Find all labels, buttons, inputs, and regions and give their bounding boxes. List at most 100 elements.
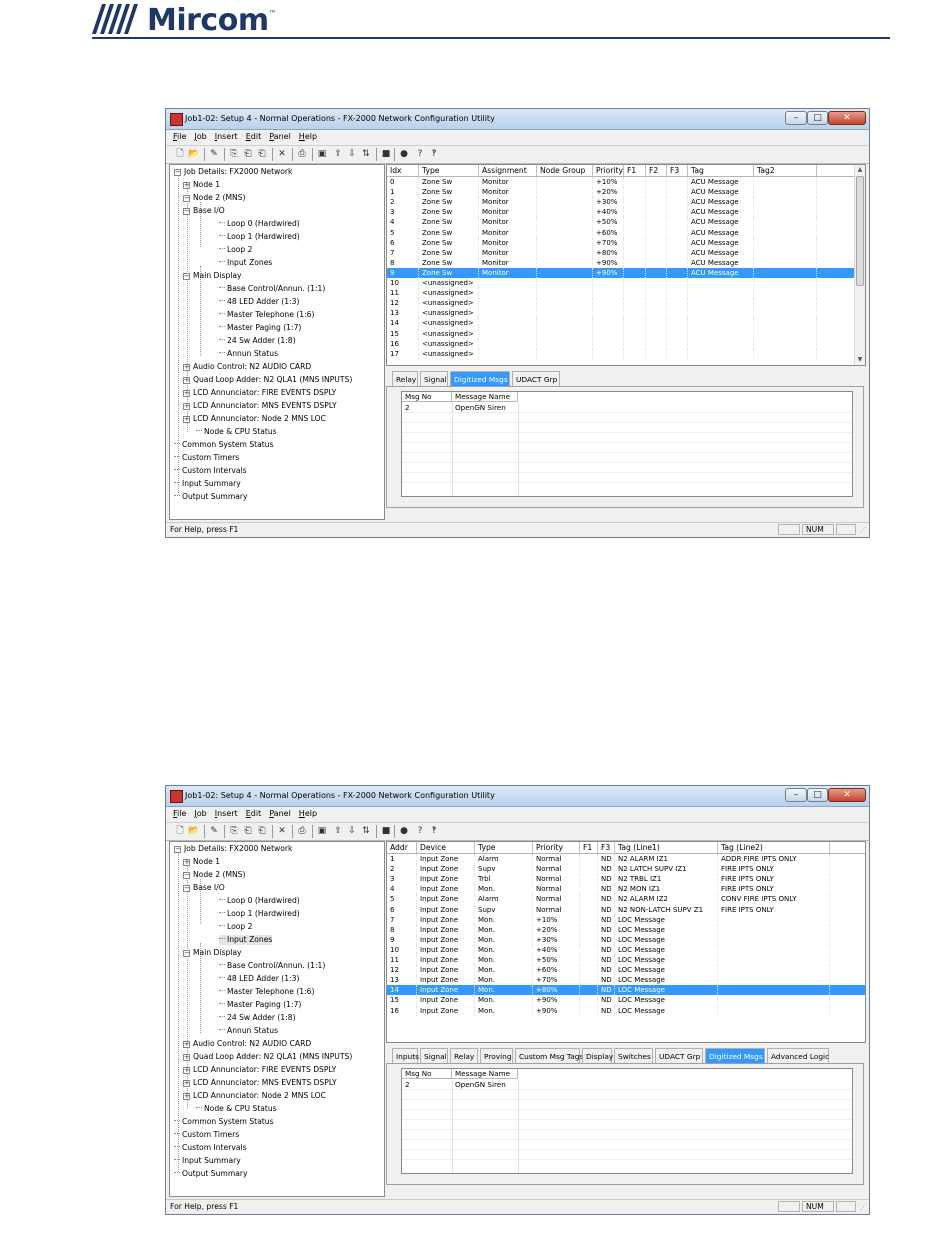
tree-node[interactable]: Annun Status — [219, 1026, 278, 1036]
tree-node[interactable]: Input Zones — [219, 258, 272, 268]
table-row[interactable]: 16 <unassigned> — [387, 338, 865, 349]
collapse-icon[interactable]: − — [174, 169, 181, 176]
tab-display[interactable]: Display — [582, 1048, 613, 1063]
expand-icon[interactable]: + — [183, 1067, 190, 1074]
column-header[interactable]: Message Name — [452, 392, 518, 402]
table-row[interactable]: 8 Input Zone Mon. +20% ND LOC Message — [387, 924, 865, 935]
collapse-icon[interactable]: − — [183, 950, 190, 957]
column-header[interactable]: Device — [417, 842, 475, 853]
tree-node[interactable]: Loop 2 — [219, 245, 252, 255]
tree-node[interactable]: + Audio Control: N2 AUDIO CARD — [183, 1039, 311, 1049]
table-row[interactable]: 7 Input Zone Mon. +10% ND LOC Message — [387, 914, 865, 925]
tree-node[interactable]: Input Summary — [174, 479, 241, 489]
tree-node[interactable]: 48 LED Adder (1:3) — [219, 974, 299, 984]
column-header[interactable]: Priority — [593, 165, 624, 176]
tree-node[interactable]: + LCD Annunciator: MNS EVENTS DSPLY — [183, 401, 337, 411]
upload-icon[interactable]: ⇪ — [332, 825, 344, 837]
panel-icon[interactable]: ▣ — [316, 825, 328, 837]
expand-icon[interactable]: + — [183, 1054, 190, 1061]
tree-node[interactable]: + Node 1 — [183, 180, 220, 190]
ports-icon[interactable]: ⇅ — [360, 825, 372, 837]
tree-node[interactable]: + LCD Annunciator: Node 2 MNS LOC — [183, 414, 326, 424]
stop-icon[interactable]: ■ — [380, 148, 392, 160]
table-row[interactable]: 7 Zone Sw Monitor +80% ACU Message — [387, 247, 865, 258]
upload-icon[interactable]: ⇪ — [332, 148, 344, 160]
download-icon[interactable]: ⇩ — [346, 825, 358, 837]
expand-icon[interactable]: + — [183, 1093, 190, 1100]
tab-proving[interactable]: Proving — [480, 1048, 513, 1063]
expand-icon[interactable]: + — [183, 390, 190, 397]
expand-icon[interactable]: + — [183, 1041, 190, 1048]
tree-node[interactable]: + Quad Loop Adder: N2 QLA1 (MNS INPUTS) — [183, 375, 352, 385]
tree-node[interactable]: + Node 1 — [183, 857, 220, 867]
tree-node[interactable]: Master Paging (1:7) — [219, 323, 301, 333]
print-icon[interactable]: ⎙ — [296, 825, 308, 837]
menu-edit[interactable]: Edit — [246, 130, 262, 144]
copy-icon[interactable]: ⎘ — [228, 825, 240, 837]
panel-icon[interactable]: ▣ — [316, 148, 328, 160]
copy-icon[interactable]: ⎘ — [228, 148, 240, 160]
table-cell[interactable]: OpenGN Siren — [452, 1080, 506, 1090]
tab-signal[interactable]: Signal — [420, 1048, 448, 1063]
delete-icon[interactable]: ✕ — [276, 825, 288, 837]
collapse-icon[interactable]: − — [183, 885, 190, 892]
tree-node[interactable]: − Main Display — [183, 948, 242, 958]
table-cell[interactable]: OpenGN Siren — [452, 403, 506, 413]
print-icon[interactable]: ⎙ — [296, 148, 308, 160]
tree-node[interactable]: + Quad Loop Adder: N2 QLA1 (MNS INPUTS) — [183, 1052, 352, 1062]
column-header[interactable]: Msg No — [402, 392, 452, 402]
menu-panel[interactable]: Panel — [269, 130, 291, 144]
open-folder-icon[interactable]: 📂 — [188, 825, 200, 837]
column-header[interactable]: Type — [475, 842, 533, 853]
tree-node[interactable]: Common System Status — [174, 440, 274, 450]
table-row[interactable]: 6 Zone Sw Monitor +70% ACU Message — [387, 237, 865, 248]
tree-node[interactable]: + Audio Control: N2 AUDIO CARD — [183, 362, 311, 372]
table-row[interactable]: 17 <unassigned> — [387, 348, 865, 359]
menu-job[interactable]: Job — [194, 130, 206, 144]
tab-inputs[interactable]: Inputs — [392, 1048, 419, 1063]
table-row[interactable]: 2 Zone Sw Monitor +30% ACU Message — [387, 197, 865, 208]
context-help-icon[interactable]: ‽ — [428, 148, 440, 160]
column-header[interactable]: Tag (Line1) — [615, 842, 718, 853]
tab-switches[interactable]: Switches — [614, 1048, 653, 1063]
tab-digitized-msgs[interactable]: Digitized Msgs — [705, 1048, 765, 1063]
tree-node[interactable]: Base Control/Annun. (1:1) — [219, 961, 325, 971]
tree-node[interactable]: Loop 0 (Hardwired) — [219, 219, 300, 229]
context-help-icon[interactable]: ‽ — [428, 825, 440, 837]
stop-icon[interactable]: ■ — [380, 825, 392, 837]
tree-node[interactable]: + LCD Annunciator: Node 2 MNS LOC — [183, 1091, 326, 1101]
tree-node[interactable]: Custom Intervals — [174, 1143, 247, 1153]
close-button[interactable]: ✕ — [828, 788, 866, 802]
table-row[interactable]: 4 Input Zone Mon. Normal ND N2 MON IZ1 FIRE IP… — [387, 884, 865, 895]
collapse-icon[interactable]: − — [183, 872, 190, 879]
expand-icon[interactable]: + — [183, 416, 190, 423]
tree-node[interactable]: − Main Display — [183, 271, 242, 281]
expand-icon[interactable]: + — [183, 403, 190, 410]
column-header[interactable]: Tag2 — [754, 165, 817, 176]
tree-node[interactable]: + LCD Annunciator: FIRE EVENTS DSPLY — [183, 388, 336, 398]
column-header[interactable]: F3 — [598, 842, 615, 853]
tree-node[interactable]: Input Summary — [174, 1156, 241, 1166]
column-header[interactable]: Msg No — [402, 1069, 452, 1079]
column-header[interactable]: F1 — [624, 165, 646, 176]
record-icon[interactable]: ● — [398, 148, 410, 160]
ports-icon[interactable]: ⇅ — [360, 148, 372, 160]
menu-panel[interactable]: Panel — [269, 807, 291, 821]
table-row[interactable]: 10 Input Zone Mon. +40% ND LOC Message — [387, 944, 865, 955]
table-row[interactable]: 5 Input Zone Alarm Normal ND N2 ALARM IZ2 CONV… — [387, 894, 865, 905]
column-header[interactable]: Tag — [688, 165, 754, 176]
maximize-button[interactable]: □ — [807, 111, 828, 125]
table-row[interactable]: 11 <unassigned> — [387, 288, 865, 299]
menu-help[interactable]: Help — [299, 807, 317, 821]
table-row[interactable]: 12 <unassigned> — [387, 298, 865, 309]
menu-insert[interactable]: Insert — [215, 130, 238, 144]
paste-icon[interactable]: ⎗ — [242, 148, 254, 160]
tree-node[interactable]: − Node 2 (MNS) — [183, 870, 245, 880]
table-row[interactable]: 9 Input Zone Mon. +30% ND LOC Message — [387, 934, 865, 945]
tab-udact-grp[interactable]: UDACT Grp — [512, 371, 560, 386]
tree-node[interactable]: 24 Sw Adder (1:8) — [219, 1013, 296, 1023]
table-row[interactable]: 3 Input Zone Trbl Normal ND N2 TRBL IZ1 FIRE I… — [387, 874, 865, 885]
scroll-up-icon[interactable]: ▲ — [855, 165, 865, 175]
expand-icon[interactable]: + — [183, 364, 190, 371]
resize-grip-icon[interactable]: ⋰ — [860, 526, 867, 534]
